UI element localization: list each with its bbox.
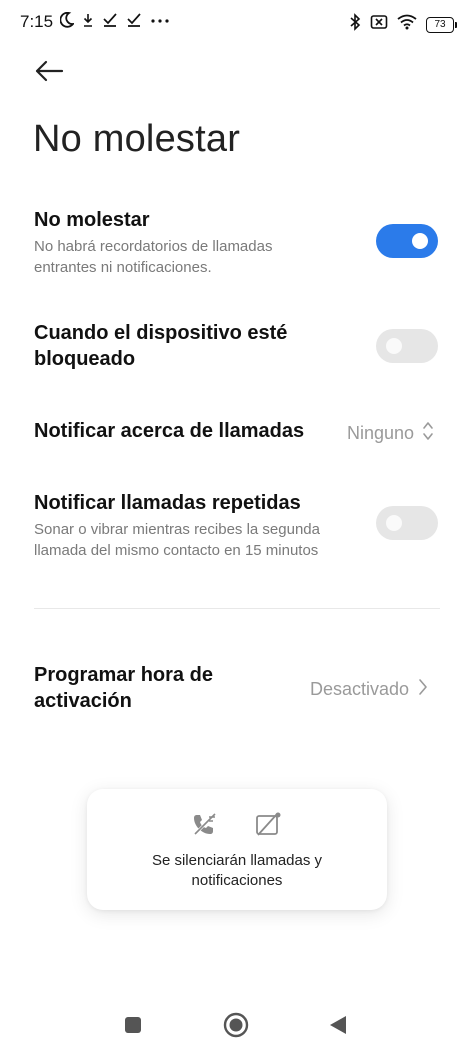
back-triangle-icon[interactable] bbox=[328, 1014, 348, 1041]
notify-calls-value-text: Ninguno bbox=[347, 423, 415, 443]
locked-toggle[interactable] bbox=[376, 329, 438, 363]
home-circle-icon[interactable] bbox=[223, 1012, 249, 1043]
toggle-knob bbox=[412, 233, 428, 249]
schedule-title: Programar hora de activación bbox=[34, 664, 213, 712]
schedule-value[interactable]: Desactivado bbox=[310, 676, 429, 703]
notification-off-icon bbox=[255, 811, 283, 842]
notify-calls-value[interactable]: Ninguno bbox=[347, 420, 434, 447]
battery-indicator: 73 bbox=[426, 16, 457, 33]
status-left-icons bbox=[60, 12, 170, 28]
arrow-left-icon bbox=[33, 60, 65, 88]
locked-title: Cuando el dispositivo esté bloqueado bbox=[34, 322, 288, 370]
locked-setting-row[interactable]: Cuando el dispositivo esté bloqueado bbox=[34, 320, 334, 372]
status-time: 7:15 bbox=[20, 12, 54, 31]
call-muted-icon bbox=[191, 811, 219, 842]
recents-square-icon[interactable] bbox=[124, 1016, 142, 1039]
chevron-right-icon bbox=[417, 676, 429, 703]
toggle-knob bbox=[386, 515, 402, 531]
repeat-calls-subtitle: Sonar o vibrar mientras recibes la segun… bbox=[34, 521, 320, 559]
sim-off-icon bbox=[370, 14, 388, 35]
section-divider bbox=[34, 608, 440, 609]
dnd-toggle[interactable] bbox=[376, 224, 438, 258]
schedule-value-text: Desactivado bbox=[310, 679, 410, 699]
info-card: Se silenciarán llamadas y notificaciones bbox=[87, 789, 387, 910]
repeat-calls-row[interactable]: Notificar llamadas repetidas Sonar o vib… bbox=[34, 490, 374, 561]
navigation-bar bbox=[0, 1000, 474, 1050]
download-icon bbox=[82, 12, 94, 28]
status-right-icons: 73 bbox=[349, 13, 457, 36]
moon-icon bbox=[60, 12, 74, 28]
info-card-text: Se silenciarán llamadas y notificaciones bbox=[151, 852, 323, 889]
check-icon bbox=[102, 12, 118, 28]
back-button[interactable] bbox=[33, 58, 65, 84]
toggle-knob bbox=[386, 338, 402, 354]
schedule-row[interactable]: Programar hora de activación bbox=[34, 662, 264, 714]
check-icon bbox=[126, 12, 142, 28]
wifi-icon bbox=[397, 14, 417, 35]
dnd-subtitle: No habrá recordatorios de llamadas entra… bbox=[34, 238, 273, 276]
repeat-calls-title: Notificar llamadas repetidas bbox=[34, 492, 301, 514]
info-card-icons bbox=[87, 811, 387, 842]
page-title: No molestar bbox=[33, 118, 241, 160]
bluetooth-icon bbox=[349, 13, 361, 36]
notify-calls-title: Notificar acerca de llamadas bbox=[34, 420, 305, 442]
chevron-updown-icon bbox=[422, 420, 434, 447]
more-dots-icon bbox=[150, 12, 170, 28]
status-bar: 7:15 73 bbox=[0, 0, 474, 48]
notify-calls-row[interactable]: Notificar acerca de llamadas bbox=[34, 418, 344, 444]
repeat-calls-toggle[interactable] bbox=[376, 506, 438, 540]
